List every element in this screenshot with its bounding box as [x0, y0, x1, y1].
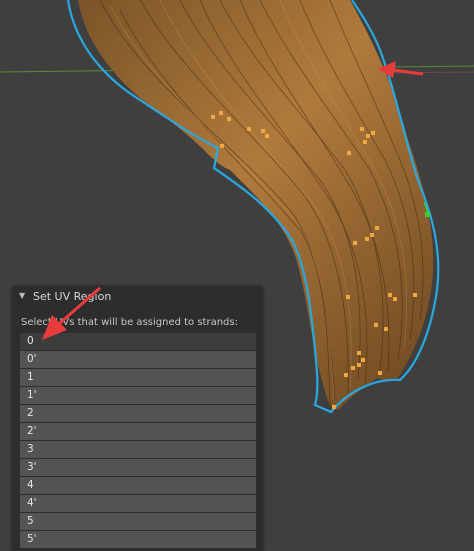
uv-list-item[interactable]: 5 — [20, 512, 256, 530]
panel-instruction: Select UVs that will be assigned to stra… — [21, 317, 238, 328]
panel-header[interactable]: ▼ Set UV Region — [12, 286, 263, 308]
uv-list-item[interactable]: 4 — [20, 476, 256, 494]
collapse-arrow-icon[interactable]: ▼ — [19, 291, 25, 300]
uv-list-item[interactable]: 2' — [20, 422, 256, 440]
panel-title: Set UV Region — [33, 290, 112, 303]
uv-list-item[interactable]: 3' — [20, 458, 256, 476]
uv-list-item[interactable]: 1' — [20, 386, 256, 404]
uv-list-item[interactable]: 1 — [20, 368, 256, 386]
set-uv-region-panel: ▼ Set UV Region Select UVs that will be … — [12, 286, 263, 551]
uv-list-item[interactable]: 2 — [20, 404, 256, 422]
uv-list[interactable]: 0 0' 1 1' 2 2' 3 3' 4 4' 5 5' — [20, 333, 256, 549]
uv-list-item[interactable]: 0' — [20, 350, 256, 368]
uv-list-item[interactable]: 5' — [20, 530, 256, 548]
uv-list-item[interactable]: 4' — [20, 494, 256, 512]
uv-list-item[interactable]: 0 — [20, 333, 256, 350]
uv-list-item[interactable]: 3 — [20, 440, 256, 458]
